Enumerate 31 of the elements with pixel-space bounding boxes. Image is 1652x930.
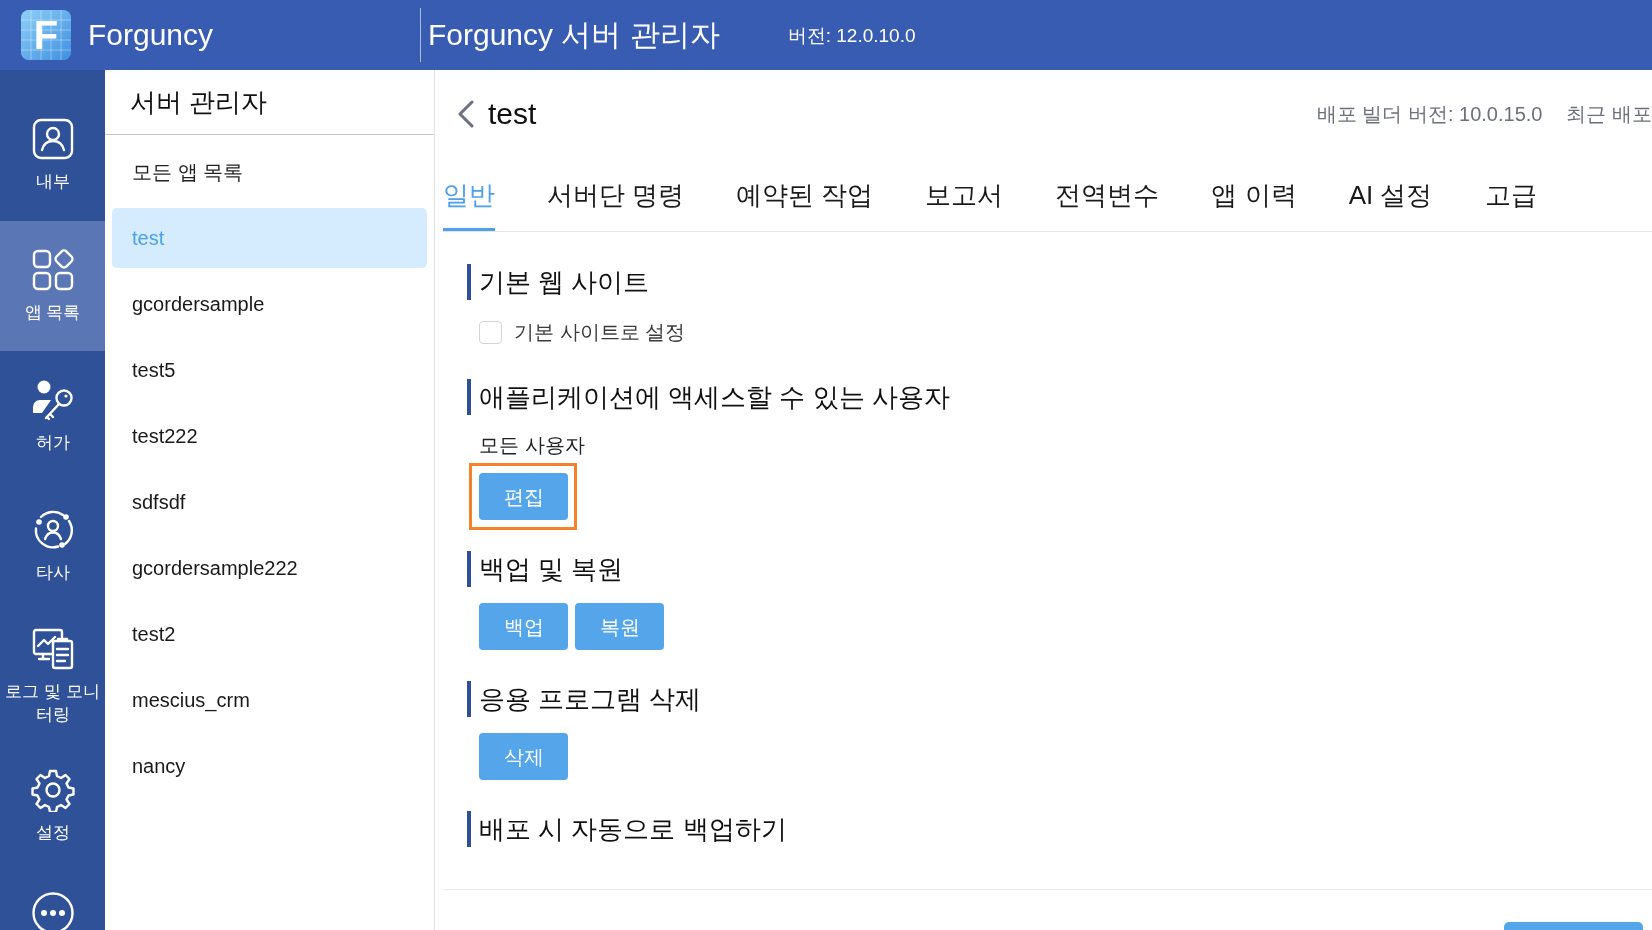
section-heading: 애플리케이션에 액세스할 수 있는 사용자 [467, 379, 950, 415]
settings-icon [30, 768, 75, 812]
section-heading: 기본 웹 사이트 [467, 264, 650, 300]
version-text: 버전: 12.0.10.0 [787, 25, 916, 45]
section-heading: 백업 및 복원 [467, 551, 624, 587]
section-heading: 배포 시 자동으로 백업하기 [467, 811, 787, 847]
builder-version-text: 배포 빌더 버전: 10.0.15.0 [1316, 104, 1543, 124]
user-icon [30, 117, 75, 161]
checkbox[interactable] [479, 320, 502, 344]
tab[interactable]: 서버단 명령 [547, 158, 685, 231]
app-logo: F [21, 10, 71, 60]
monitor-clipboard-icon [30, 626, 75, 671]
window-title: Forguncy 서버 관리자 [427, 20, 720, 50]
section-heading: 응용 프로그램 삭제 [467, 681, 702, 717]
tab[interactable]: 앱 이력 [1211, 158, 1297, 231]
more-icon [30, 891, 75, 930]
tab[interactable]: 전역변수 [1055, 158, 1160, 231]
tab[interactable]: 보고서 [925, 158, 1004, 231]
all-apps-link[interactable]: 모든 앱 목록 [132, 157, 244, 186]
nav-item[interactable]: 앱 목록 [0, 221, 105, 351]
checkbox-label: 기본 사이트로 설정 [514, 320, 686, 344]
panel-title: 서버 관리자 [130, 89, 268, 115]
app-grid-icon [30, 248, 75, 292]
tab[interactable]: 예약된 작업 [736, 158, 874, 231]
page-title: test [488, 99, 537, 129]
tab[interactable]: 고급 [1484, 158, 1537, 231]
tab[interactable]: AI 설정 [1348, 158, 1433, 231]
last-deploy-text: 최근 배포 [1566, 104, 1652, 124]
access-users-text: 모든 사용자 [479, 433, 585, 458]
brand-name: Forguncy [88, 20, 214, 50]
user-key-icon [30, 378, 75, 422]
